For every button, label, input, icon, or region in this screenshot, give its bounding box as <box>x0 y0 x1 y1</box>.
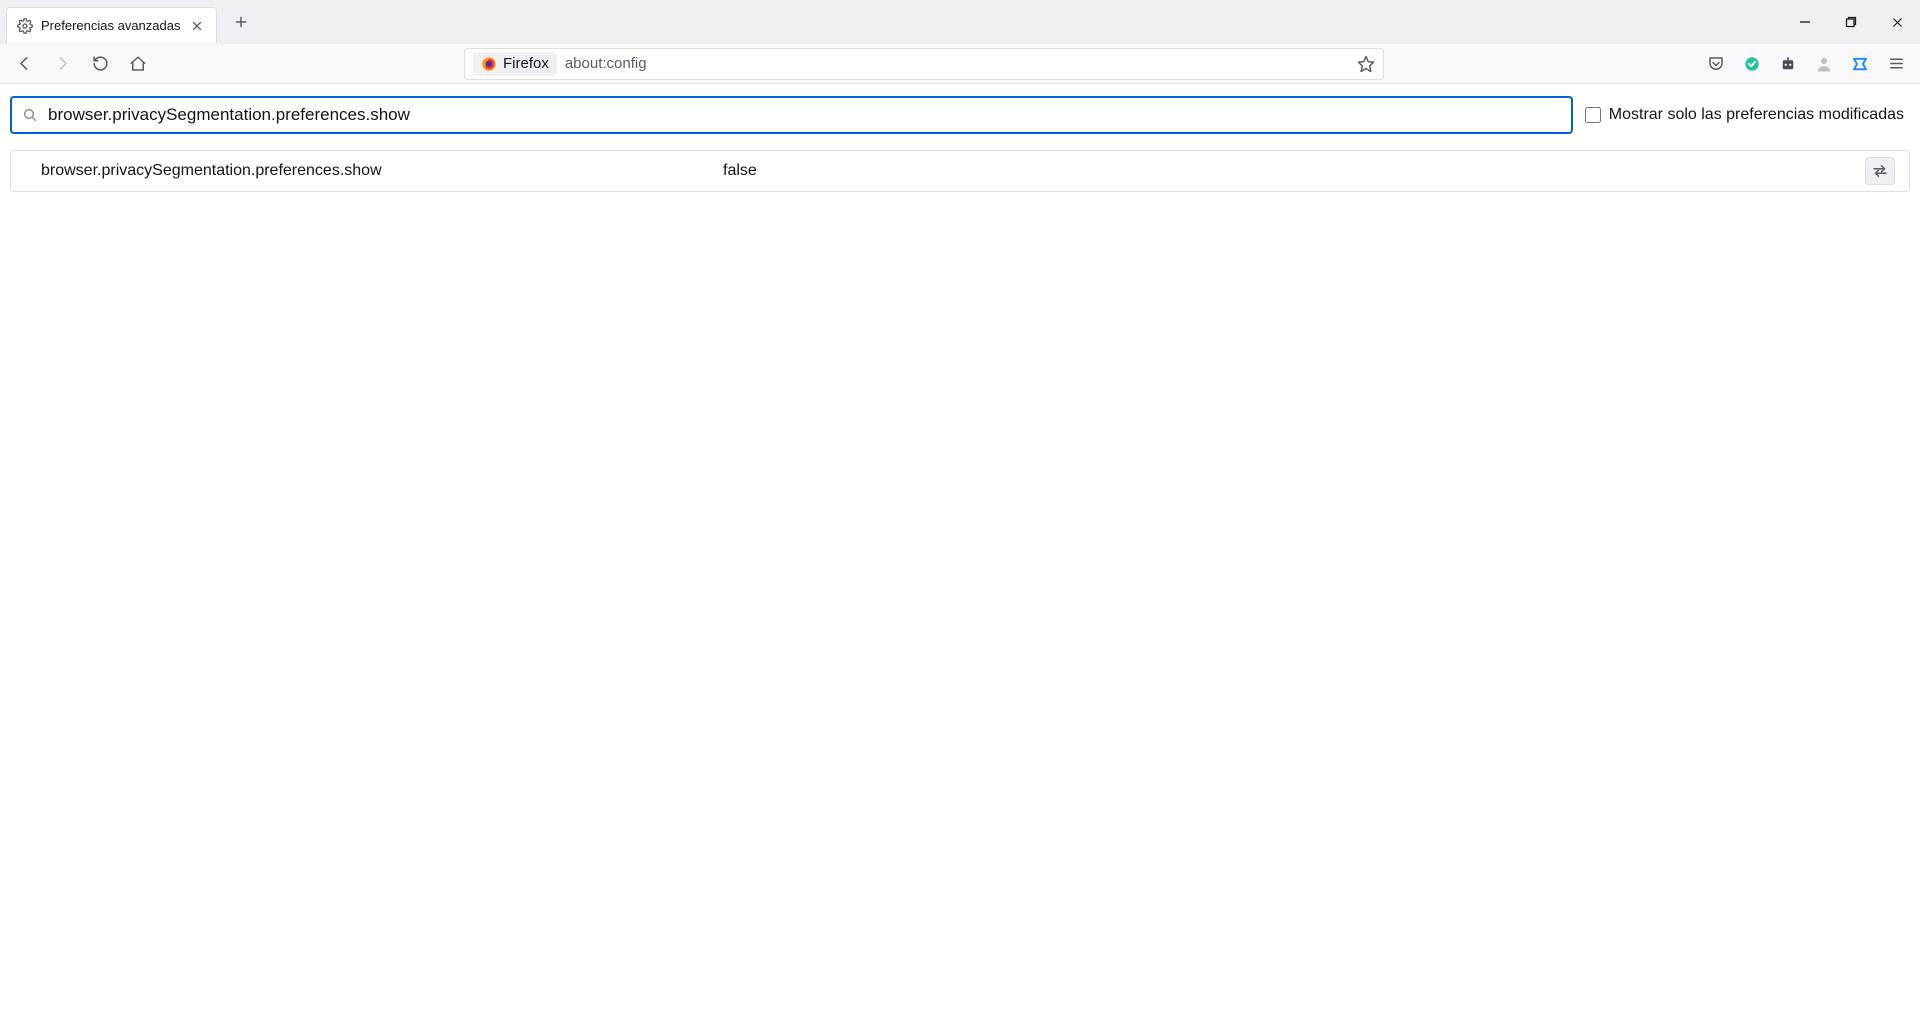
extension-robot-icon[interactable] <box>1772 48 1804 80</box>
tab-title: Preferencias avanzadas <box>41 18 180 33</box>
search-icon <box>22 107 38 123</box>
window-maximize-button[interactable] <box>1828 0 1874 44</box>
pocket-button[interactable] <box>1700 48 1732 80</box>
window-minimize-button[interactable] <box>1782 0 1828 44</box>
toggle-arrows-icon <box>1871 162 1889 180</box>
pref-table: browser.privacySegmentation.preferences.… <box>10 150 1910 192</box>
browser-tab[interactable]: Preferencias avanzadas <box>6 7 217 43</box>
home-button[interactable] <box>122 48 154 80</box>
url-text: about:config <box>565 55 647 72</box>
about-config-content: Mostrar solo las preferencias modificada… <box>0 84 1920 192</box>
back-button[interactable] <box>8 48 40 80</box>
toolbar-extension-area <box>1700 48 1912 80</box>
urlbar-container: Firefox about:config <box>160 48 1688 80</box>
show-only-modified-toggle[interactable]: Mostrar solo las preferencias modificada… <box>1585 106 1910 124</box>
pref-toggle-button[interactable] <box>1865 157 1895 185</box>
show-only-modified-label: Mostrar solo las preferencias modificada… <box>1609 106 1904 124</box>
pref-value: false <box>723 162 1853 180</box>
tab-strip: Preferencias avanzadas <box>0 0 1920 44</box>
config-search-row: Mostrar solo las preferencias modificada… <box>10 96 1910 134</box>
nav-toolbar: Firefox about:config <box>0 44 1920 84</box>
urlbar[interactable]: Firefox about:config <box>464 48 1384 80</box>
identity-label: Firefox <box>503 55 549 72</box>
identity-box[interactable]: Firefox <box>473 52 557 76</box>
account-button[interactable] <box>1808 48 1840 80</box>
window-close-button[interactable] <box>1874 0 1920 44</box>
extension-green-circle-icon[interactable] <box>1736 48 1768 80</box>
pref-row[interactable]: browser.privacySegmentation.preferences.… <box>11 151 1909 191</box>
show-only-modified-checkbox[interactable] <box>1585 107 1601 123</box>
firefox-logo-icon <box>481 56 497 72</box>
forward-button[interactable] <box>46 48 78 80</box>
config-search-input[interactable] <box>48 105 1561 125</box>
window-controls <box>1782 0 1920 44</box>
pref-name: browser.privacySegmentation.preferences.… <box>41 162 711 180</box>
app-menu-button[interactable] <box>1880 48 1912 80</box>
extension-blue-icon[interactable] <box>1844 48 1876 80</box>
new-tab-button[interactable] <box>225 6 257 38</box>
gear-icon <box>17 18 33 34</box>
reload-button[interactable] <box>84 48 116 80</box>
bookmark-star-button[interactable] <box>1357 55 1375 73</box>
tab-close-button[interactable] <box>188 17 206 35</box>
config-search-box[interactable] <box>10 96 1573 134</box>
